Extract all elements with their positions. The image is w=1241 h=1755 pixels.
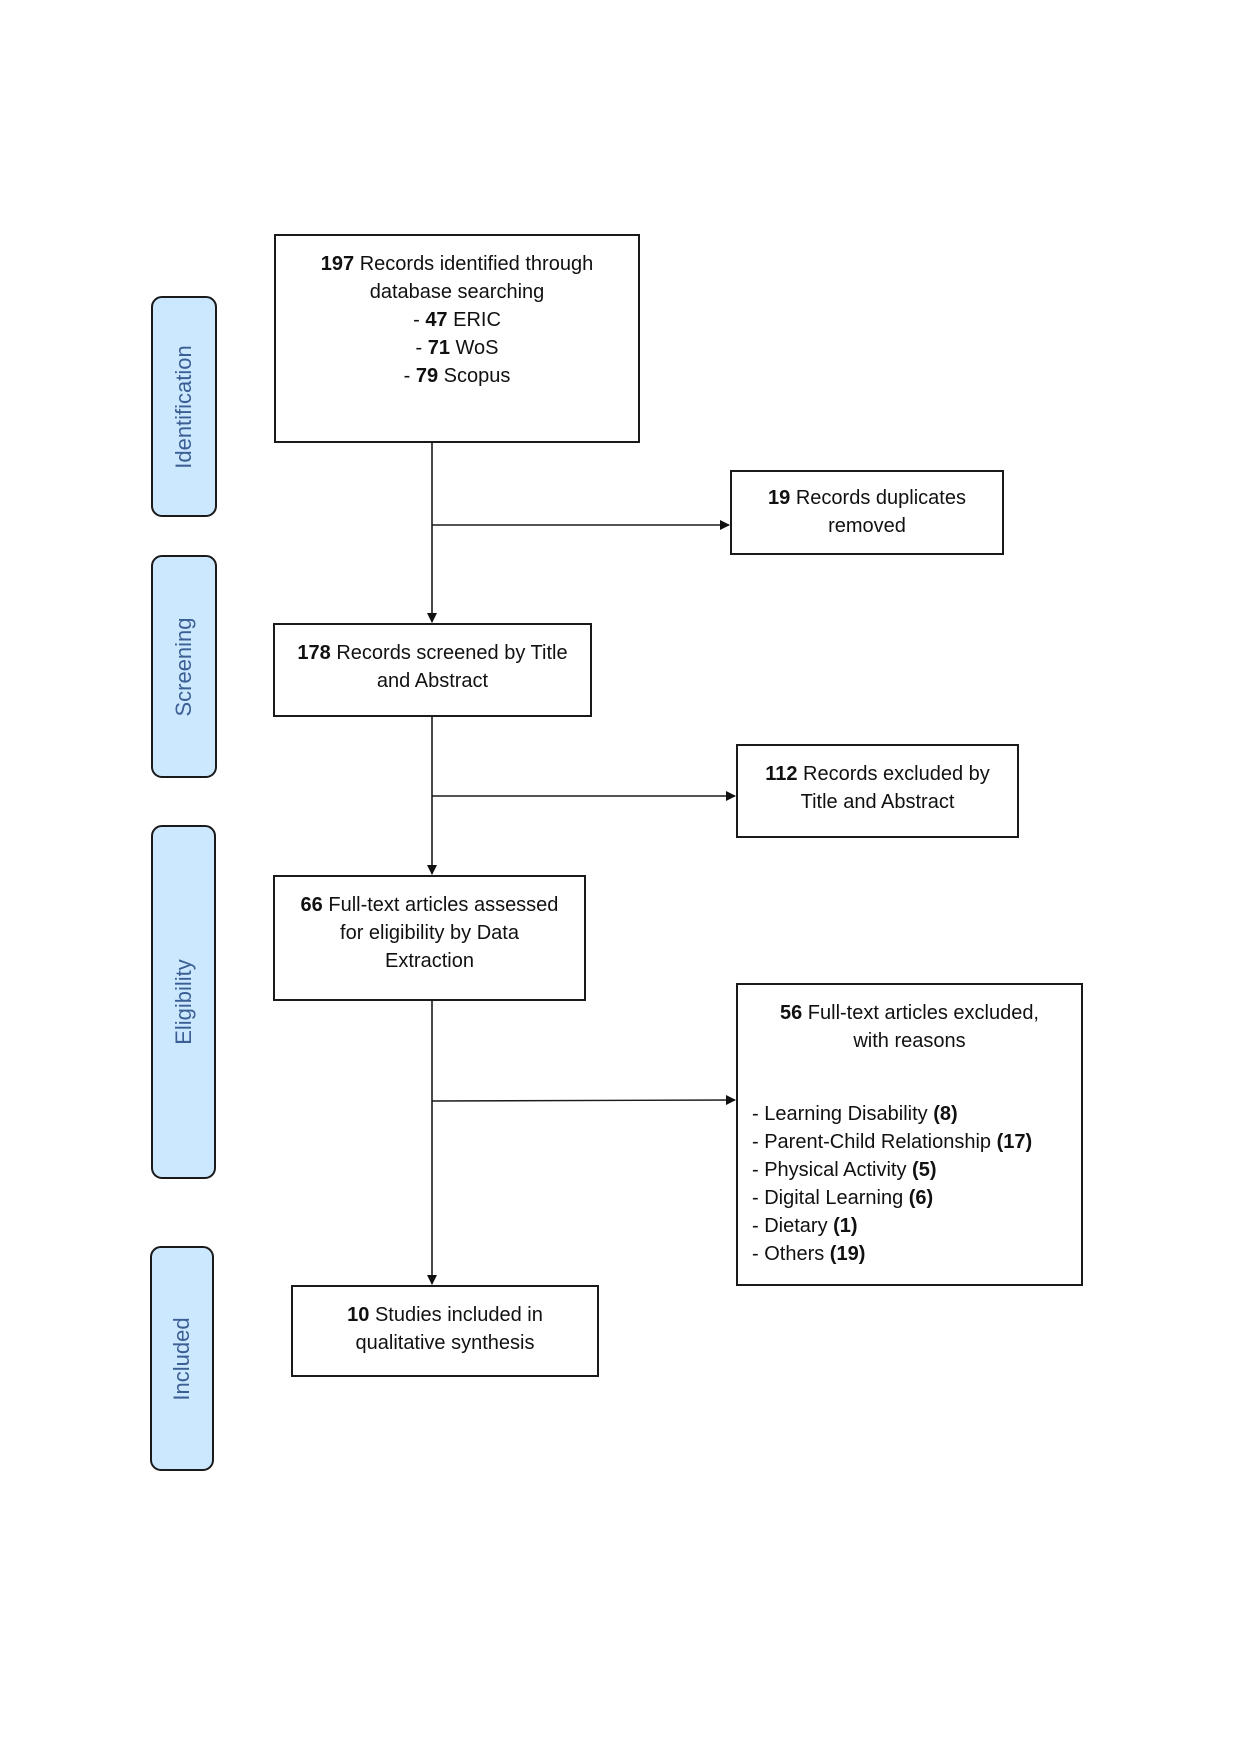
- box-text: Full-text articles excluded,: [802, 1002, 1039, 1024]
- reason-count: (1): [833, 1215, 858, 1237]
- box-line: 10 Studies included in: [293, 1301, 597, 1329]
- phase-included: Included: [150, 1246, 214, 1471]
- reason-item: - Physical Activity (5): [752, 1156, 1081, 1184]
- fulltext-excluded-box: 56 Full-text articles excluded, with rea…: [736, 983, 1083, 1286]
- phase-eligibility: Eligibility: [151, 825, 216, 1179]
- reason-label: - Others: [752, 1243, 830, 1265]
- source-name: Scopus: [438, 365, 511, 387]
- box-line: qualitative synthesis: [355, 1332, 535, 1354]
- box-line: 197 Records identified through: [276, 250, 638, 278]
- phase-label: Eligibility: [170, 959, 196, 1045]
- phase-label: Included: [169, 1316, 194, 1401]
- duplicates-removed-box: 19 Records duplicates removed: [730, 470, 1004, 555]
- count: 71: [427, 337, 450, 359]
- phase-identification: Identification: [151, 296, 217, 517]
- source-item-scopus: - 79 Scopus: [276, 362, 638, 390]
- count: 178: [297, 642, 331, 664]
- records-identified-box: 197 Records identified through database …: [274, 234, 640, 443]
- box-line: 178 Records screened by Title: [275, 639, 590, 667]
- count: 112: [765, 763, 798, 785]
- source-item-wos: - 71 WoS: [276, 334, 638, 362]
- count: 79: [415, 365, 439, 387]
- source-name: WoS: [449, 337, 499, 359]
- phase-label: Screening: [171, 616, 196, 717]
- records-excluded-box: 112 Records excluded by Title and Abstra…: [736, 744, 1019, 838]
- reason-label: - Dietary: [752, 1215, 834, 1237]
- box-line: for eligibility by Data: [340, 922, 519, 944]
- source-item-eric: - 47 ERIC: [276, 306, 638, 334]
- count: 197: [320, 253, 355, 275]
- reason-item: - Dietary (1): [752, 1212, 1081, 1240]
- reason-count: (17): [996, 1131, 1033, 1153]
- phase-screening: Screening: [151, 555, 217, 778]
- connector-to-fulltext-excluded: [431, 1095, 736, 1106]
- box-text: Records excluded by: [797, 763, 990, 785]
- box-text: Records identified through: [354, 253, 594, 275]
- count: 47: [425, 309, 448, 331]
- box-line: with reasons: [853, 1030, 966, 1052]
- dash: -: [403, 365, 416, 387]
- dash: -: [415, 337, 428, 359]
- box-line: and Abstract: [376, 670, 489, 692]
- box-line: Extraction: [385, 950, 474, 972]
- reason-label: - Digital Learning: [752, 1187, 909, 1209]
- box-text: Records screened by Title: [330, 642, 568, 664]
- count: 66: [300, 894, 323, 916]
- box-text: Records duplicates: [790, 487, 966, 509]
- box-line: 56 Full-text articles excluded,: [738, 999, 1081, 1027]
- source-name: ERIC: [447, 309, 501, 331]
- box-line: 66 Full-text articles assessed: [275, 891, 584, 919]
- reason-count: (8): [933, 1103, 958, 1125]
- count: 19: [768, 487, 791, 509]
- box-line: 19 Records duplicates: [732, 484, 1002, 512]
- fulltext-assessed-box: 66 Full-text articles assessed for eligi…: [273, 875, 586, 1001]
- reason-count: (6): [908, 1187, 934, 1209]
- box-line: 112 Records excluded by: [738, 760, 1017, 788]
- reason-label: - Physical Activity: [752, 1159, 913, 1181]
- box-text: Full-text articles assessed: [322, 894, 559, 916]
- box-text: Studies included in: [369, 1304, 543, 1326]
- reason-count: (19): [829, 1243, 866, 1265]
- reason-count: (5): [912, 1159, 937, 1181]
- reason-item: - Parent-Child Relationship (17): [752, 1128, 1081, 1156]
- dash: -: [413, 309, 426, 331]
- studies-included-box: 10 Studies included in qualitative synth…: [291, 1285, 599, 1377]
- reason-item: - Digital Learning (6): [752, 1184, 1081, 1212]
- reason-label: - Learning Disability: [752, 1103, 934, 1125]
- count: 10: [347, 1304, 370, 1326]
- phase-label: Identification: [171, 344, 196, 469]
- count: 56: [779, 1002, 803, 1024]
- box-line: Title and Abstract: [800, 791, 955, 813]
- box-line: removed: [828, 515, 906, 537]
- reason-item: - Others (19): [752, 1240, 1081, 1268]
- reason-label: - Parent-Child Relationship: [752, 1131, 997, 1153]
- exclusion-reasons-list: - Learning Disability (8) - Parent-Child…: [738, 1100, 1081, 1268]
- records-screened-box: 178 Records screened by Title and Abstra…: [273, 623, 592, 717]
- box-line: database searching: [369, 281, 545, 303]
- reason-item: - Learning Disability (8): [752, 1100, 1081, 1128]
